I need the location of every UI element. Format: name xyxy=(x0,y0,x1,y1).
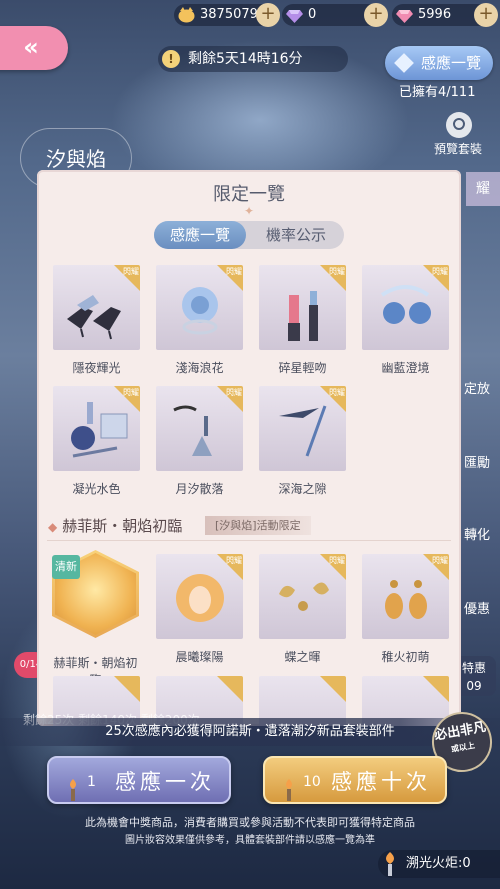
torch-icon xyxy=(67,770,79,801)
purple-diamond-icon xyxy=(286,7,303,23)
shine-badge-label: 閃耀 xyxy=(123,267,139,276)
item-card[interactable]: 閃耀 晨曦璨陽 xyxy=(156,554,243,665)
shine-badge-label: 閃耀 xyxy=(226,267,242,276)
diamond-currency: 0 + xyxy=(282,3,388,27)
preview-suit-label[interactable]: 預覽套裝 xyxy=(434,140,482,157)
item-name: 隱夜輝光 xyxy=(72,361,121,375)
item-thumb: 閃耀 xyxy=(53,386,140,471)
item-thumb: 閃耀 xyxy=(259,386,346,471)
event-timer: ! 剩餘5天14時16分 xyxy=(158,46,348,72)
gather-list-label: 感應一覽 xyxy=(421,54,482,72)
tab-gather-list[interactable]: 感應一覽 xyxy=(154,221,246,249)
guarantee-banner: 25次感應內必獲得阿諾斯・遺落潮汐新品套裝部件 xyxy=(0,718,500,746)
panel-tabs: 感應一覽 機率公示 xyxy=(154,221,344,249)
diamond-amount: 0 xyxy=(308,7,317,22)
suit-diamond-icon: ◆ xyxy=(48,520,58,534)
item-thumb: 閃耀 xyxy=(362,554,449,639)
side-tab-2[interactable]: 定放 xyxy=(462,378,492,397)
item-thumb: 閃耀 xyxy=(259,265,346,350)
item-card[interactable]: 閃耀 凝光水色 xyxy=(53,386,140,497)
magnifier-icon[interactable] xyxy=(446,112,472,138)
title-ornament-icon: ✦ xyxy=(244,204,255,218)
item-card[interactable]: 閃耀 月汐散落 xyxy=(156,386,243,497)
add-diamond-button[interactable]: + xyxy=(364,3,388,27)
add-pink-gem-button[interactable]: + xyxy=(474,3,498,27)
tab-probability[interactable]: 機率公示 xyxy=(252,221,340,249)
gold-currency: 3875079 + xyxy=(174,3,280,27)
torch-currency: 溯光火炬:0 xyxy=(378,850,500,878)
shine-badge-label: 閃耀 xyxy=(123,388,139,397)
item-thumb: 閃耀 xyxy=(156,386,243,471)
draw-once-label: 感應一次 xyxy=(115,770,215,794)
owned-count: 已擁有4/111 xyxy=(399,85,476,100)
item-thumb: 閃耀 xyxy=(259,554,346,639)
limited-list-panel: 限定一覽 ✦ 感應一覽 機率公示 閃耀 隱夜輝光 閃耀 淺海浪花 閃耀 碎星輕吻… xyxy=(37,170,461,726)
draw-once-button[interactable]: 1 感應一次 xyxy=(47,756,231,804)
draw-ten-label: 感應十次 xyxy=(331,770,431,794)
item-name: 深海之隙 xyxy=(278,482,327,496)
item-thumb: 閃耀 xyxy=(156,554,243,639)
back-button[interactable]: « xyxy=(0,26,68,70)
shine-badge-label: 閃耀 xyxy=(226,388,242,397)
draw-ten-cost: 10 xyxy=(303,774,321,790)
item-name: 月汐散落 xyxy=(175,482,224,496)
torch-icon xyxy=(382,852,398,876)
item-card[interactable]: 閃耀 深海之隙 xyxy=(259,386,346,497)
pink-gem-icon xyxy=(396,7,413,23)
shine-badge-label: 閃耀 xyxy=(432,267,448,276)
shine-badge-label: 閃耀 xyxy=(432,556,448,565)
item-name: 稚火初萌 xyxy=(381,650,430,664)
cat-coin-icon xyxy=(178,7,195,23)
side-tab-3[interactable]: 匯勵 xyxy=(462,452,492,471)
item-name: 淺海浪花 xyxy=(175,361,224,375)
panel-title: 限定一覽 xyxy=(213,184,285,205)
side-tab-1[interactable]: 耀 xyxy=(466,172,500,206)
shine-badge-label: 閃耀 xyxy=(329,388,345,397)
gather-list-button[interactable]: 感應一覽 xyxy=(385,46,493,80)
new-tag: 清新 xyxy=(52,555,80,579)
item-card[interactable]: 閃耀 隱夜輝光 xyxy=(53,265,140,376)
side-tab-4[interactable]: 轉化 xyxy=(462,524,492,543)
shine-badge xyxy=(114,676,140,702)
draw-once-cost: 1 xyxy=(87,774,96,790)
item-card[interactable]: 閃耀 幽藍澄境 xyxy=(362,265,449,376)
gold-amount: 3875079 xyxy=(200,7,258,22)
shine-badge-label: 閃耀 xyxy=(226,556,242,565)
item-thumb: 閃耀 xyxy=(362,265,449,350)
suit-event-tag: [汐與焰]活動限定 xyxy=(205,516,311,535)
draw-ten-button[interactable]: 10 感應十次 xyxy=(263,756,447,804)
shine-badge-label: 閃耀 xyxy=(329,267,345,276)
item-name: 蝶之暉 xyxy=(284,650,321,664)
shine-badge-label: 閃耀 xyxy=(329,556,345,565)
item-card[interactable]: 閃耀 淺海浪花 xyxy=(156,265,243,376)
disclaimer-line-2: 圖片妝容效果僅供參考，具體套裝部件請以感應一覽為準 xyxy=(125,835,375,846)
item-card[interactable]: 閃耀 碎星輕吻 xyxy=(259,265,346,376)
item-name: 碎星輕吻 xyxy=(278,361,327,375)
alert-icon: ! xyxy=(162,50,180,68)
timer-text: 剩餘5天14時16分 xyxy=(188,51,303,67)
suit-title: ◆ 赫菲斯・朝焰初臨 xyxy=(48,515,182,536)
shine-badge xyxy=(423,676,449,702)
pink-gem-currency: 5996 + xyxy=(392,3,498,27)
item-card[interactable]: 閃耀 蝶之暉 xyxy=(259,554,346,665)
add-gold-button[interactable]: + xyxy=(256,3,280,27)
item-name: 晨曦璨陽 xyxy=(175,650,224,664)
side-tab-5[interactable]: 優惠 xyxy=(462,598,492,617)
diamond-icon xyxy=(394,53,414,73)
suit-title-text: 赫菲斯・朝焰初臨 xyxy=(62,517,183,535)
currency-bar: 3875079 + 0 + 5996 + xyxy=(0,0,500,30)
torch-count: 溯光火炬:0 xyxy=(406,856,471,871)
torch-icon xyxy=(283,770,295,801)
item-thumb: 閃耀 xyxy=(156,265,243,350)
item-thumb: 閃耀 xyxy=(53,265,140,350)
suit-divider xyxy=(47,540,451,541)
item-name: 幽藍澄境 xyxy=(381,361,430,375)
shine-badge xyxy=(217,676,243,702)
disclaimer-line-1: 此為機會中獎商品，消費者購買或參與活動不代表即可獲得特定商品 xyxy=(85,816,415,829)
pink-gem-amount: 5996 xyxy=(418,7,452,22)
item-card[interactable]: 閃耀 稚火初萌 xyxy=(362,554,449,665)
shine-badge xyxy=(320,676,346,702)
item-name: 凝光水色 xyxy=(72,482,121,496)
